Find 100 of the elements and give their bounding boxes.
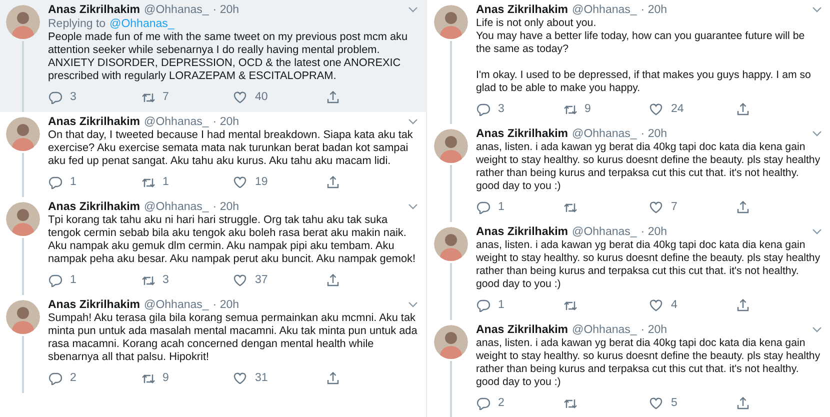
- user-handle: @Ohhanas_: [144, 298, 209, 312]
- caret-icon[interactable]: [812, 228, 822, 236]
- user-handle: @Ohhanas_: [144, 3, 209, 17]
- tweet-time: · 20h: [640, 127, 668, 141]
- like-count: 19: [255, 176, 268, 188]
- reply-icon[interactable]: [48, 90, 62, 104]
- heart-icon[interactable]: [649, 298, 663, 312]
- avatar: [6, 202, 40, 236]
- retweet-count: 1: [162, 176, 169, 188]
- user-name: Anas Zikrilhakim: [476, 3, 568, 17]
- reply-count: 1: [498, 299, 504, 311]
- reply-icon[interactable]: [476, 200, 490, 214]
- user-name: Anas Zikrilhakim: [476, 127, 568, 141]
- user-name: Anas Zikrilhakim: [48, 200, 140, 214]
- reply-count: 1: [70, 274, 76, 286]
- avatar: [6, 5, 40, 39]
- reply-icon[interactable]: [476, 396, 490, 410]
- replying-label: Replying to: [48, 17, 106, 31]
- handle-link[interactable]: @Ohhanas_: [110, 17, 174, 31]
- user-handle: @Ohhanas_: [572, 127, 637, 141]
- share-icon[interactable]: [326, 371, 340, 385]
- user-name: Anas Zikrilhakim: [476, 323, 568, 337]
- tweet-time: · 20h: [212, 115, 240, 129]
- like-count: 37: [255, 274, 268, 286]
- thread-line: [22, 41, 24, 112]
- user-handle: @Ohhanas_: [144, 200, 209, 214]
- user-name: Anas Zikrilhakim: [476, 225, 568, 239]
- reply-icon[interactable]: [48, 371, 62, 385]
- like-count: 24: [671, 103, 684, 115]
- user-name: Anas Zikrilhakim: [48, 3, 140, 17]
- thread-line: [450, 361, 452, 417]
- share-icon[interactable]: [326, 175, 340, 189]
- thread-line: [450, 263, 452, 320]
- heart-icon[interactable]: [233, 90, 247, 104]
- tweet-time: · 20h: [212, 200, 240, 214]
- heart-icon[interactable]: [649, 396, 663, 410]
- reply-count: 2: [498, 397, 504, 409]
- caret-icon[interactable]: [408, 203, 418, 211]
- tweet-text: anas, listen. i ada kawan yg berat dia 40kg tapi doc kata dia kena gain weight to stay healthy. so kurus doesnt define the beauty. pls stay healthy rather than being kurus and terpaksa cut this cut that. it's not healthy. good day to you :): [476, 141, 822, 193]
- tweet-text: Sumpah! Aku terasa gila bila korang semua permainkan aku mcmni. Aku tak minta pun untuk ada masalah mental macamni. Aku tak minta pun untuk ada rasa macamni. Korang acah concerned dengan mental health while sbenarnya all that palsu. Hipokrit!: [48, 312, 418, 364]
- user-handle: @Ohhanas_: [572, 3, 637, 17]
- retweet-count: 9: [584, 103, 591, 115]
- caret-icon[interactable]: [408, 118, 418, 126]
- thread-line: [22, 153, 24, 197]
- user-handle: @Ohhanas_: [144, 115, 209, 129]
- caret-icon[interactable]: [408, 301, 418, 309]
- reply-icon[interactable]: [476, 298, 490, 312]
- heart-icon[interactable]: [233, 175, 247, 189]
- retweet-count: 7: [162, 91, 169, 103]
- share-icon[interactable]: [736, 200, 750, 214]
- reply-icon[interactable]: [48, 175, 62, 189]
- reply-count: 1: [498, 201, 504, 213]
- thread-line: [450, 165, 452, 222]
- user-handle: @Ohhanas_: [572, 323, 637, 337]
- heart-icon[interactable]: [233, 371, 247, 385]
- tweet-text: anas, listen. i ada kawan yg berat dia 40kg tapi doc kata dia kena gain weight to stay healthy. so kurus doesnt define the beauty. pls stay healthy rather than being kurus and terpaksa cut this cut that. it's not healthy. good day to you :): [476, 337, 822, 389]
- avatar: [6, 117, 40, 151]
- reply-count: 3: [70, 91, 76, 103]
- avatar: [434, 129, 468, 163]
- like-count: 31: [255, 372, 268, 384]
- like-count: 40: [255, 91, 268, 103]
- tweet-time: · 20h: [212, 3, 240, 17]
- tweet-time: · 20h: [640, 225, 668, 239]
- reply-count: 3: [498, 103, 504, 115]
- share-icon[interactable]: [326, 273, 340, 287]
- thread-line: [22, 238, 24, 295]
- caret-icon[interactable]: [812, 326, 822, 334]
- reply-icon[interactable]: [48, 273, 62, 287]
- thread-line: [22, 336, 24, 393]
- tweet-text: Tpi korang tak tahu aku ni hari hari struggle. Org tak tahu aku tak suka tengok cermin sebab bila aku tengok aku boleh rasa berat aku makin naik. Aku nampak aku gemuk dlm cermin. Aku nampak pipi aku tembam. Aku nampak peha aku besar. Aku nampak perut aku buncit. Aku nampak gemok!: [48, 214, 416, 266]
- heart-icon[interactable]: [233, 273, 247, 287]
- avatar: [434, 325, 468, 359]
- share-icon[interactable]: [736, 396, 750, 410]
- tweet-text: Life is not only about you. You may have a better life today, how can you guarantee future will be the same as today? I'm okay. I used to be depressed, if that makes you guys happy. I am so glad to be able to make you happy.: [476, 17, 812, 95]
- avatar: [6, 300, 40, 334]
- avatar: [434, 227, 468, 261]
- retweet-count: 3: [162, 274, 169, 286]
- reply-icon[interactable]: [476, 102, 490, 116]
- caret-icon[interactable]: [408, 6, 418, 14]
- like-count: 4: [671, 299, 678, 311]
- share-icon[interactable]: [326, 90, 340, 104]
- tweet-text: People made fun of me with the same tweet on my previous post mcm aku attention seeker while sebenarnya I do really having mental problem. ANXIETY DISORDER, DEPRESSION, OCD & the latest one ANOREXIC prescribed with regularly LORAZEPAM & ESCITALOPRAM.: [48, 31, 409, 83]
- user-name: Anas Zikrilhakim: [48, 298, 140, 312]
- share-icon[interactable]: [736, 102, 750, 116]
- heart-icon[interactable]: [649, 102, 663, 116]
- avatar: [434, 5, 468, 39]
- reply-count: 1: [70, 176, 76, 188]
- share-icon[interactable]: [736, 298, 750, 312]
- tweet-time: · 20h: [640, 323, 668, 337]
- caret-icon[interactable]: [812, 130, 822, 138]
- tweet-time: · 20h: [640, 3, 668, 17]
- caret-icon[interactable]: [812, 6, 822, 14]
- tweet-text: anas, listen. i ada kawan yg berat dia 40kg tapi doc kata dia kena gain weight to stay healthy. so kurus doesnt define the beauty. pls stay healthy rather than being kurus and terpaksa cut this cut that. it's not healthy. good day to you :): [476, 239, 822, 291]
- like-count: 7: [671, 201, 678, 213]
- like-count: 5: [671, 397, 678, 409]
- heart-icon[interactable]: [649, 200, 663, 214]
- retweet-count: 9: [162, 372, 169, 384]
- tweet-time: · 20h: [212, 298, 240, 312]
- user-name: Anas Zikrilhakim: [48, 115, 140, 129]
- reply-count: 2: [70, 372, 76, 384]
